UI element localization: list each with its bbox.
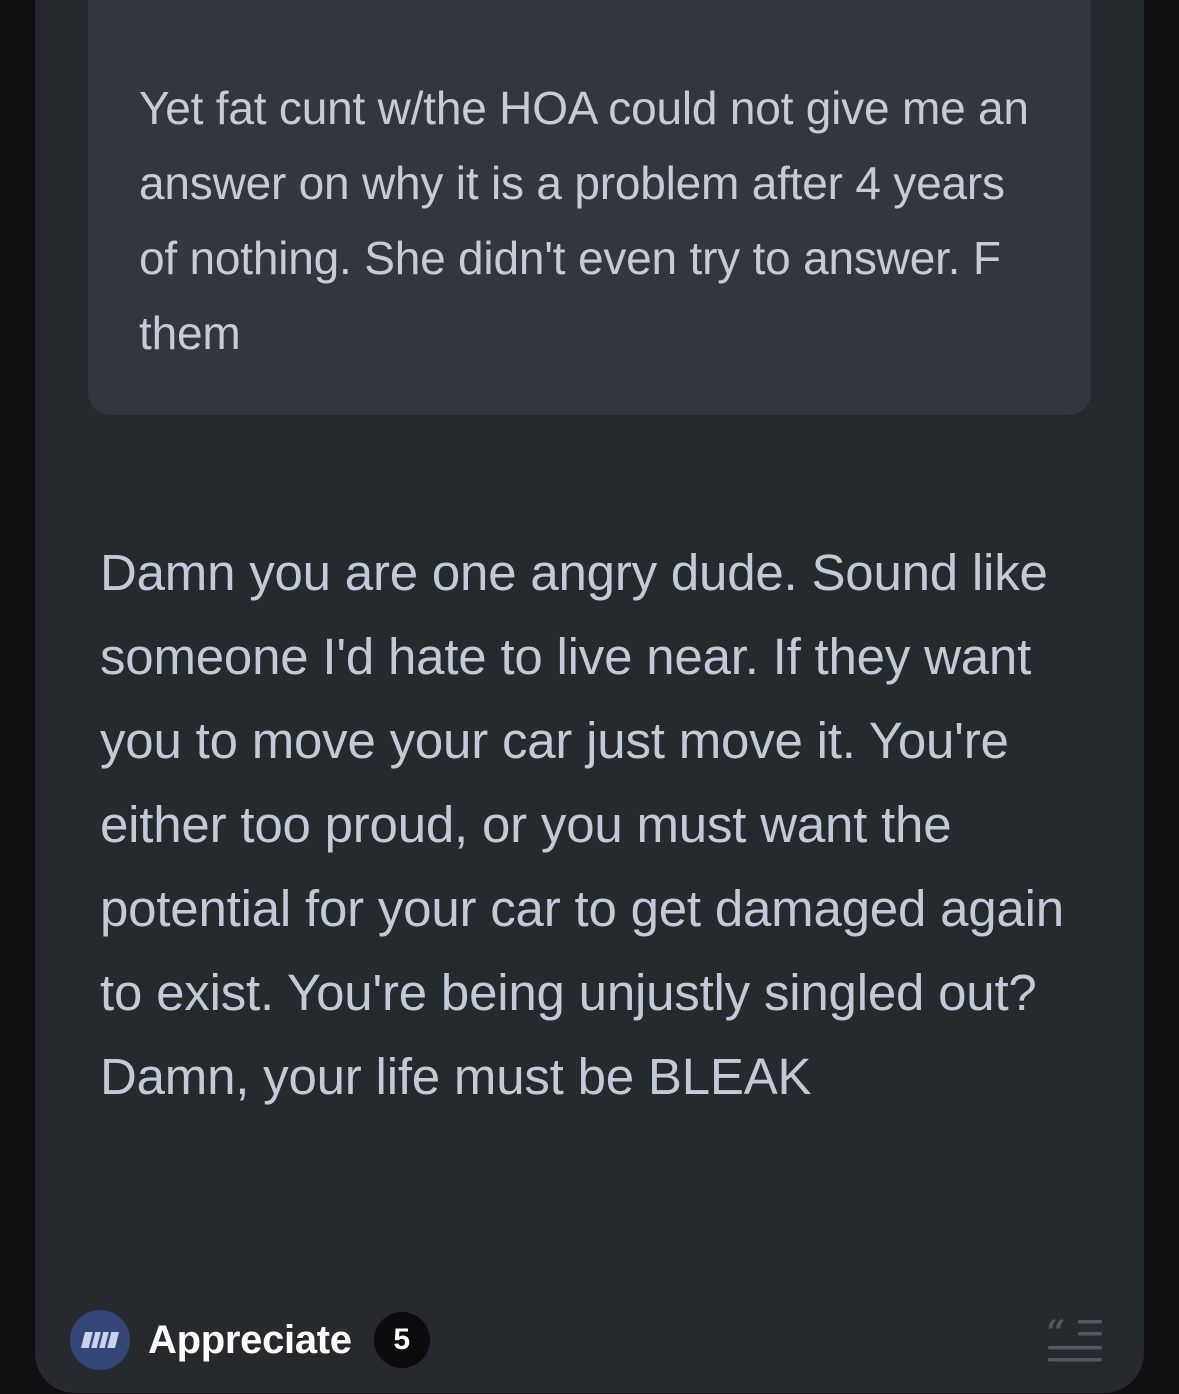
- appreciate-count-badge: 5: [373, 1312, 430, 1368]
- comment-text: Damn you are one angry dude. Sound like …: [100, 544, 1064, 1105]
- comment-footer: Appreciate 5 “: [70, 1308, 1110, 1372]
- quoted-comment: Yet fat cunt w/the HOA could not give me…: [88, 0, 1091, 415]
- appreciate-label: Appreciate: [148, 1317, 352, 1362]
- appreciate-icon: [70, 1310, 130, 1370]
- appreciate-button[interactable]: Appreciate 5: [70, 1308, 430, 1372]
- quoted-comment-text: Yet fat cunt w/the HOA could not give me…: [139, 82, 1029, 359]
- comment-card: Yet fat cunt w/the HOA could not give me…: [35, 0, 1144, 1393]
- quote-reply-icon: “: [1046, 1313, 1102, 1362]
- quote-reply-button[interactable]: “: [1046, 1313, 1106, 1366]
